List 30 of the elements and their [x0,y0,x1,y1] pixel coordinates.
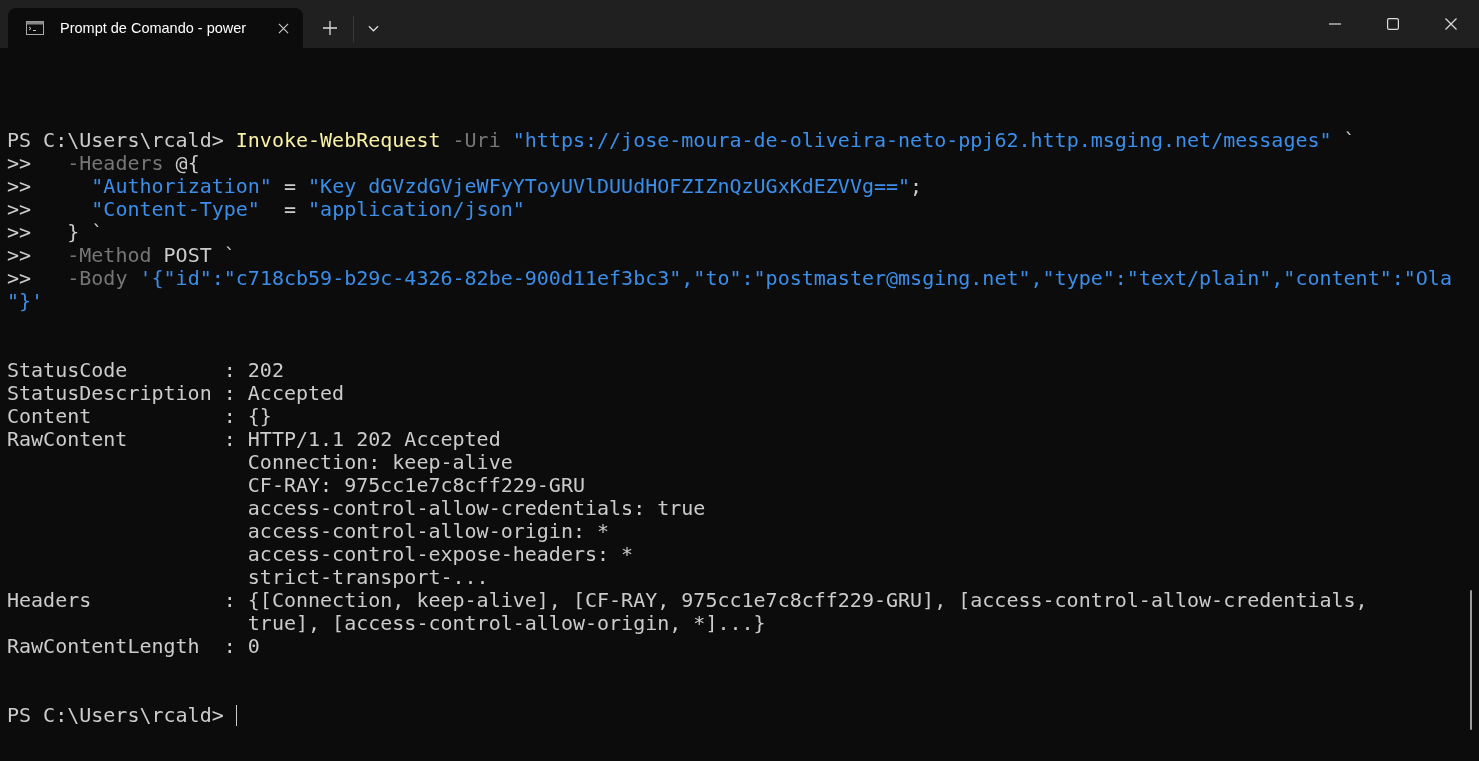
terminal-line: >> "Content-Type" = "application/json" [7,198,525,221]
terminal-line: >> } ` [7,221,104,244]
terminal-line: >> "Authorization" = "Key dGVzdGVjeWFyYToyUVlDUUdHOFZIZnQzUGxKdEZVVg=="; [7,175,923,198]
terminal-line: true], [access-control-allow-origin, *]...} [246,612,766,635]
terminal-line: Connection: keep-alive [246,451,513,474]
terminal-line: >> -Headers @{ [7,152,200,175]
terminal-tab[interactable]: Prompt de Comando - power [8,8,303,48]
terminal-line: "}' [7,290,44,313]
dropdown-chevron-icon[interactable] [368,25,379,32]
terminal-line: >> -Method POST ` [7,244,236,267]
close-icon[interactable] [1445,18,1457,30]
terminal-line: StatusDescription : Accepted [7,382,345,405]
close-icon[interactable] [278,22,289,34]
terminal-line: CF-RAY: 975cc1e7c8cff229-GRU [246,474,585,497]
terminal-line: PS C:\Users\rcald> [7,704,225,727]
scrollbar-thumb[interactable] [1470,590,1472,730]
terminal-line: Headers : {[Connection, keep-alive], [CF-RAY, 975cc1e7c8cff229-GRU], [access-control-allow-credentials, [7,589,1368,612]
terminal-line: Content : {} [7,405,272,428]
terminal-line: PS C:\Users\rcald> Invoke-WebRequest -Uri "https://jose-moura-de-oliveira-neto-ppj62.http.msging.net/messages" ` [7,129,1356,152]
terminal-line: access-control-expose-headers: * [246,543,634,566]
terminal-line: >> -Body '{"id":"c718cb59-b29c-4326-82be-900d11ef3bc3","to":"postmaster@msging.net","type":"text/plain","content":"Ola [7,267,1452,290]
terminal-line: access-control-allow-origin: * [246,520,610,543]
terminal-icon [26,21,44,35]
terminal-line: RawContentLength : 0 [7,635,260,658]
new-tab-icon[interactable] [323,21,337,35]
terminal-line: RawContent : HTTP/1.1 202 Accepted [7,428,501,451]
maximize-icon[interactable] [1387,18,1399,30]
terminal-line: access-control-allow-credentials: true [246,497,706,520]
terminal-line: StatusCode : 202 [7,359,284,382]
terminal-line: strict-transport-... [246,566,489,589]
